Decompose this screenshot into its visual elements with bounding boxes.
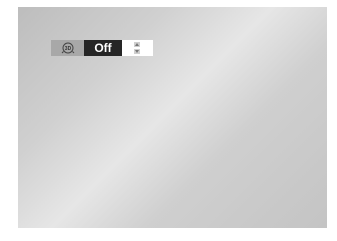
mode-icon-box: 3D: [51, 40, 84, 56]
up-arrow-icon[interactable]: [134, 42, 140, 47]
3d-sound-icon: 3D: [61, 42, 74, 54]
3d-icon-label: 3D: [64, 46, 71, 52]
tv-screen: 3D Off: [18, 7, 327, 228]
down-arrow-icon[interactable]: [134, 49, 140, 54]
adjust-arrows[interactable]: [122, 40, 153, 56]
osd-setting-bar: 3D Off: [51, 40, 153, 56]
setting-value[interactable]: Off: [84, 40, 122, 56]
